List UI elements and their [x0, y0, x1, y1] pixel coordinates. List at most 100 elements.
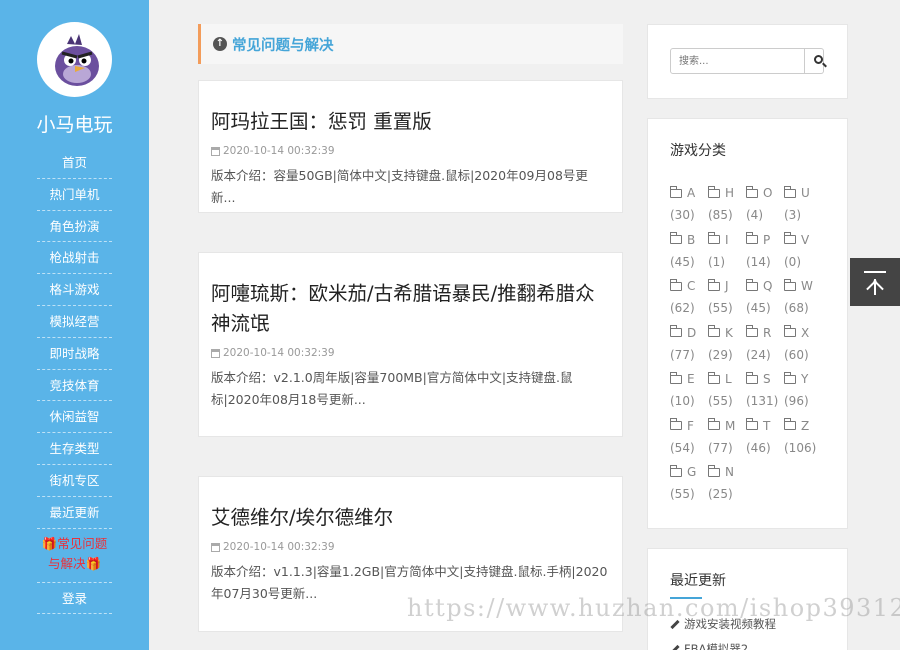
- nav-item-survival[interactable]: 生存类型: [37, 433, 112, 465]
- category-item[interactable]: A (30): [670, 182, 708, 229]
- category-count: (4): [746, 208, 763, 222]
- post-date: 2020-10-14 00:32:39: [223, 145, 335, 157]
- search-button[interactable]: [805, 48, 827, 74]
- category-item[interactable]: X (60): [784, 322, 822, 369]
- folder-icon: [708, 325, 720, 337]
- post-card: 阿嚏琉斯：欧米茄/古希腊语暴民/推翻希腊众神流氓 2020-10-14 00:3…: [198, 252, 623, 437]
- category-letter: V: [801, 232, 810, 247]
- category-count: (29): [708, 347, 733, 362]
- folder-icon: [670, 325, 682, 337]
- arrow-circle-up-icon: ↑: [213, 37, 227, 51]
- category-letter: A: [687, 186, 696, 200]
- category-letter: M: [725, 418, 736, 433]
- category-count: (0): [784, 254, 801, 269]
- post-excerpt: 版本介绍：v2.1.0周年版|容量700MB|官方简体中文|支持键盘.鼠标|20…: [211, 370, 573, 407]
- category-item[interactable]: T (46): [746, 415, 784, 462]
- category-letter: N: [725, 465, 734, 479]
- post-date: 2020-10-14 00:32:39: [223, 347, 335, 359]
- nav-item-shooter[interactable]: 枪战射击: [37, 242, 112, 275]
- nav-item-puzzle[interactable]: 休闲益智: [37, 401, 112, 434]
- post-title[interactable]: 阿玛拉王国：惩罚 重置版: [211, 107, 610, 137]
- category-item[interactable]: Y (96): [784, 368, 822, 415]
- category-count: (1): [708, 254, 725, 269]
- category-letter: Z: [801, 418, 810, 433]
- nav-item-rpg[interactable]: 角色扮演: [37, 211, 112, 243]
- category-count: (14): [746, 254, 771, 269]
- folder-icon: [670, 185, 682, 198]
- folder-icon: [708, 371, 720, 384]
- category-count: (62): [670, 301, 695, 315]
- category-count: (55): [708, 301, 733, 315]
- nav-item-faq[interactable]: 🎁常见问题与解决🎁: [37, 529, 112, 583]
- category-item[interactable]: O (4): [746, 182, 784, 229]
- recent-item[interactable]: FBA模拟器2: [670, 641, 748, 650]
- category-item[interactable]: R (24): [746, 322, 784, 369]
- category-count: (46): [746, 440, 771, 455]
- back-to-top-button[interactable]: [850, 258, 900, 306]
- category-item[interactable]: W (68): [784, 275, 822, 322]
- category-count: (96): [784, 394, 809, 408]
- post-title[interactable]: 阿嚏琉斯：欧米茄/古希腊语暴民/推翻希腊众神流氓: [211, 279, 610, 339]
- folder-icon: [746, 278, 758, 291]
- category-letter: S: [763, 372, 771, 386]
- category-letter: X: [801, 325, 810, 340]
- nav-item-recent[interactable]: 最近更新: [37, 497, 112, 529]
- category-item[interactable]: P (14): [746, 229, 784, 276]
- category-item[interactable]: V (0): [784, 229, 822, 276]
- category-item[interactable]: F (54): [670, 415, 708, 462]
- category-item[interactable]: Q (45): [746, 275, 784, 322]
- folder-icon: [708, 418, 720, 430]
- category-item[interactable]: K (29): [708, 322, 746, 369]
- site-title[interactable]: 小马电玩: [0, 110, 149, 137]
- category-letter: I: [725, 232, 729, 247]
- nav-item-sports[interactable]: 竞技体育: [37, 370, 112, 402]
- nav-item-rts[interactable]: 即时战略: [37, 338, 112, 370]
- category-letter: U: [801, 186, 810, 200]
- folder-icon: [708, 232, 720, 244]
- calendar-icon: [211, 542, 220, 552]
- nav-item-arcade[interactable]: 街机专区: [37, 465, 112, 497]
- folder-icon: [670, 371, 682, 384]
- category-item[interactable]: G (55): [670, 461, 708, 508]
- nav-item-home[interactable]: 首页: [37, 147, 112, 179]
- category-letter: G: [687, 465, 697, 479]
- category-count: (68): [784, 301, 809, 315]
- category-letter: F: [687, 418, 694, 433]
- category-count: (60): [784, 347, 809, 362]
- section-title: 常见问题与解决: [232, 37, 334, 54]
- post-title[interactable]: 艾德维尔/埃尔德维尔: [211, 503, 610, 533]
- search-input[interactable]: [670, 48, 805, 74]
- category-letter: H: [725, 186, 735, 200]
- folder-icon: [784, 185, 796, 198]
- category-item[interactable]: Z (106): [784, 415, 822, 462]
- avatar[interactable]: [37, 22, 112, 97]
- category-count: (45): [746, 301, 771, 315]
- nav-item-fighting[interactable]: 格斗游戏: [37, 274, 112, 306]
- category-item[interactable]: E (10): [670, 368, 708, 415]
- category-count: (30): [670, 208, 695, 222]
- watermark: https://www.huzhan.com/ishop39312: [407, 594, 900, 622]
- nav-item-hot[interactable]: 热门单机: [37, 179, 112, 211]
- category-item[interactable]: L (55): [708, 368, 746, 415]
- sidebar: 小马电玩 首页 热门单机 角色扮演 枪战射击 格斗游戏 模拟经营 即时战略 竞技…: [0, 0, 149, 650]
- nav-item-login[interactable]: 登录: [37, 583, 112, 615]
- category-item[interactable]: J (55): [708, 275, 746, 322]
- category-item[interactable]: N (25): [708, 461, 746, 508]
- folder-icon: [708, 185, 720, 198]
- category-item[interactable]: I (1): [708, 229, 746, 276]
- category-item[interactable]: B (45): [670, 229, 708, 276]
- category-item[interactable]: S (131): [746, 368, 784, 415]
- post-meta: 2020-10-14 00:32:39: [211, 347, 610, 359]
- category-item[interactable]: D (77): [670, 322, 708, 369]
- calendar-icon: [211, 146, 220, 156]
- folder-icon: [708, 278, 720, 291]
- back-to-top-icon: [864, 271, 886, 273]
- category-item[interactable]: U (3): [784, 182, 822, 229]
- category-letter: P: [763, 232, 771, 247]
- category-title: 游戏分类: [670, 143, 726, 159]
- nav-item-simulation[interactable]: 模拟经营: [37, 306, 112, 338]
- category-item[interactable]: H (85): [708, 182, 746, 229]
- category-item[interactable]: M (77): [708, 415, 746, 462]
- search-widget: [647, 24, 848, 99]
- category-item[interactable]: C (62): [670, 275, 708, 322]
